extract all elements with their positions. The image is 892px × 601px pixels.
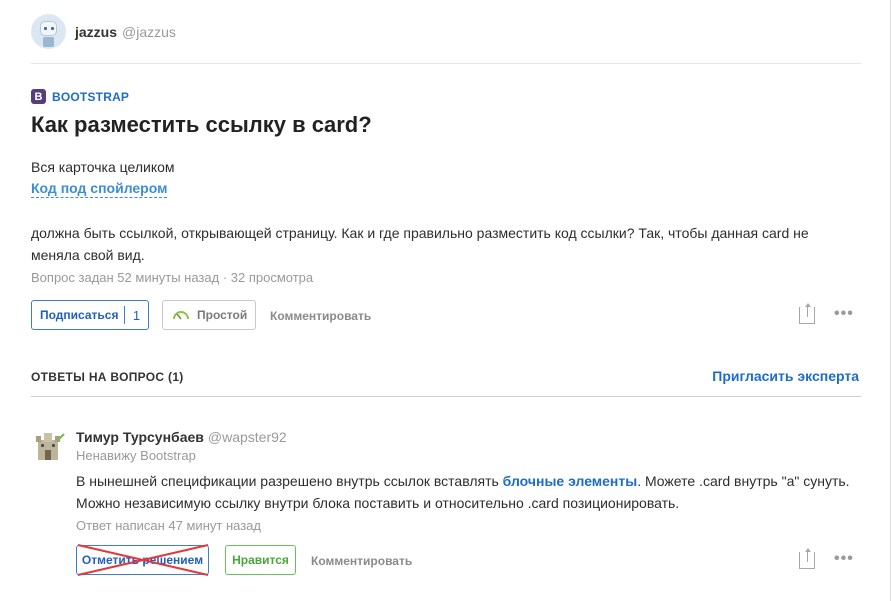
answer-author[interactable]: Тимур Турсунбаев @wapster92 [76, 429, 287, 445]
subscribe-label: Подписаться [40, 308, 119, 322]
author-name[interactable]: jazzus [75, 24, 117, 40]
page-frame: jazzus @jazzus B BOOTSTRAP Как разместит… [0, 0, 891, 601]
subscribe-count: 1 [132, 307, 141, 323]
answer-author-name[interactable]: Тимур Турсунбаев [76, 429, 204, 445]
answers-header: ОТВЕТЫ НА ВОПРОС (1) [31, 370, 184, 384]
question-tag[interactable]: B BOOTSTRAP [31, 89, 129, 104]
question-meta: Вопрос задан 52 минуты назад · 32 просмо… [31, 270, 314, 285]
subscribe-button[interactable]: Подписаться 1 [31, 300, 149, 330]
header-divider [31, 63, 861, 64]
answers-divider [31, 396, 861, 397]
question-comment-link[interactable]: Комментировать [270, 309, 371, 323]
bootstrap-icon: B [31, 89, 46, 104]
like-button[interactable]: Нравится [225, 545, 296, 575]
author-nick: @jazzus [122, 23, 176, 40]
share-icon[interactable] [799, 303, 815, 324]
answer-comment-link[interactable]: Комментировать [311, 554, 412, 568]
mark-solution-label: Отметить решением [81, 553, 204, 567]
difficulty-button[interactable]: Простой [162, 300, 256, 330]
question-author[interactable]: jazzus @jazzus [31, 14, 176, 49]
like-label: Нравится [232, 553, 289, 567]
author-avatar[interactable] [31, 14, 66, 49]
question-title: Как разместить ссылку в card? [31, 112, 372, 137]
difficulty-label: Простой [197, 308, 248, 322]
spoiler-toggle[interactable]: Код под спойлером [31, 180, 168, 198]
answer-more-icon[interactable]: ••• [834, 550, 854, 568]
answer-meta: Ответ написан 47 минут назад [76, 518, 261, 533]
question-line: Вся карточка целиком [31, 159, 175, 175]
more-icon[interactable]: ••• [834, 305, 854, 323]
answer-body-link[interactable]: блочные элементы [503, 473, 638, 489]
answer-body: В нынешней спецификации разрешено внутрь… [76, 470, 866, 514]
gauge-icon [173, 311, 189, 320]
answer-author-avatar[interactable] [31, 430, 65, 464]
answer-share-icon[interactable] [799, 548, 815, 569]
answer-author-nick: @wapster92 [207, 429, 287, 445]
tag-label[interactable]: BOOTSTRAP [52, 90, 129, 104]
answer-body-text: В нынешней спецификации разрешено внутрь… [76, 473, 503, 489]
invite-expert-link[interactable]: Пригласить эксперта [712, 368, 859, 384]
question-body: должна быть ссылкой, открывающей страниц… [31, 225, 809, 263]
answer-author-subtitle: Ненавижу Bootstrap [76, 448, 196, 463]
mark-solution-button[interactable]: Отметить решением [76, 545, 209, 575]
